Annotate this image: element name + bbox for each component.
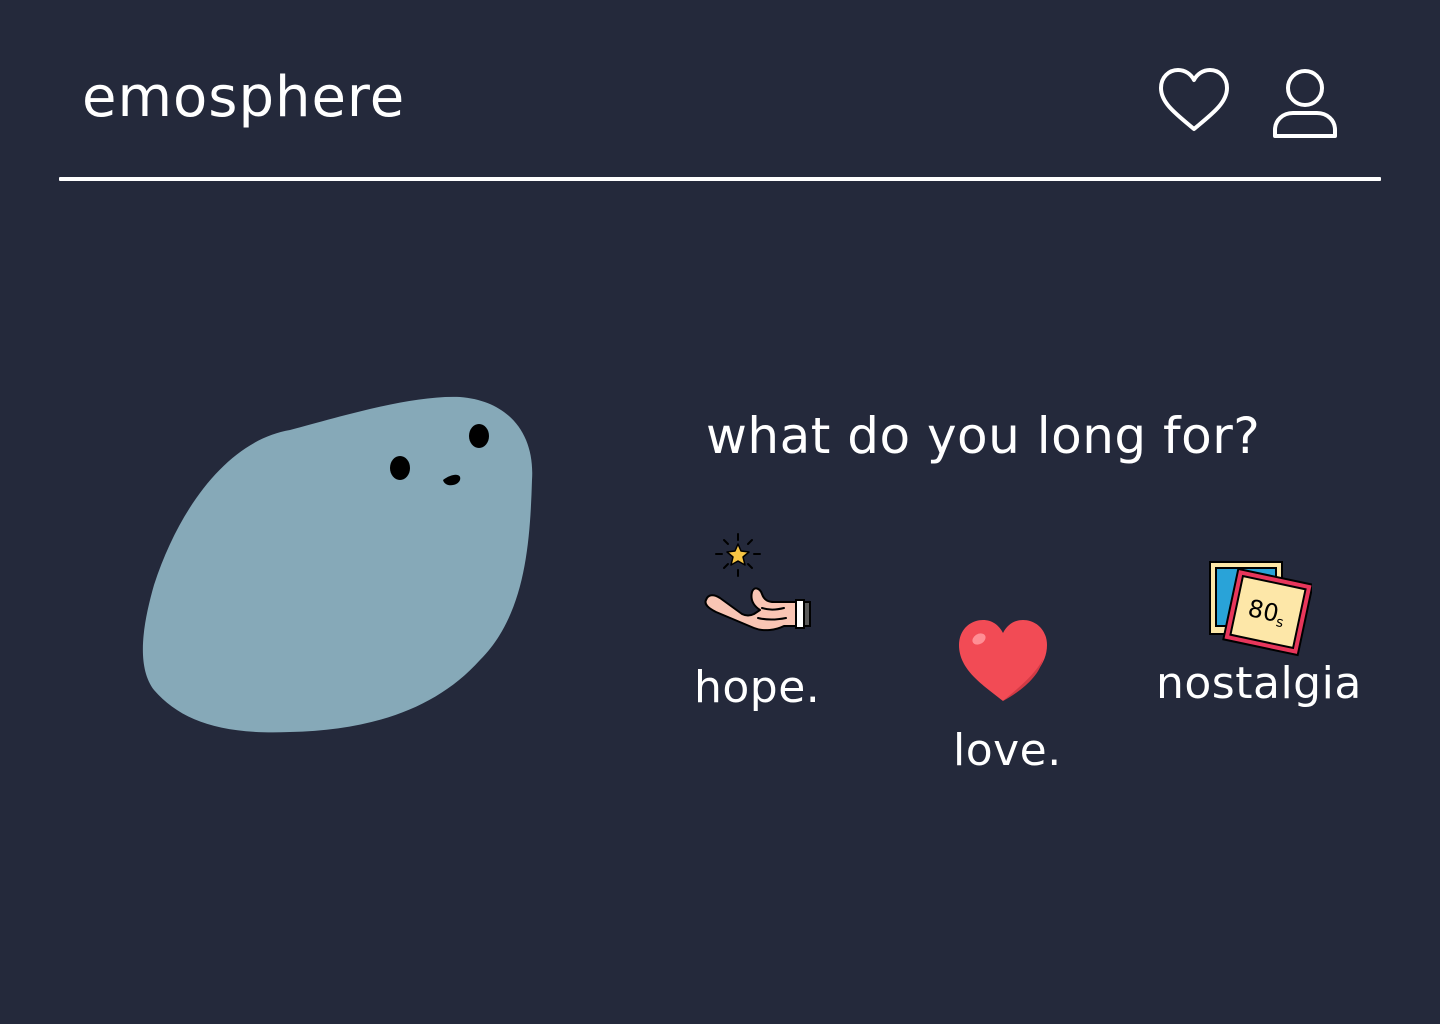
red-heart-icon: [955, 615, 1051, 707]
option-hope-label: hope.: [694, 662, 821, 713]
option-nostalgia-label: nostalgia: [1156, 658, 1362, 709]
option-hope[interactable]: hope.: [690, 530, 830, 720]
option-love[interactable]: love.: [945, 615, 1065, 785]
photos-80s-icon: 80 s: [1206, 558, 1312, 660]
brand-logo[interactable]: emosphere: [82, 62, 405, 134]
option-love-label: love.: [953, 725, 1062, 776]
page: emosphere what do you long for? hope. lo…: [0, 0, 1440, 1024]
hand-star-icon: [702, 530, 812, 638]
question-heading: what do you long for?: [706, 407, 1261, 465]
heart-outline-icon: [1158, 66, 1230, 136]
favorites-button[interactable]: [1158, 66, 1230, 136]
blob-mascot: [140, 395, 540, 740]
user-icon: [1270, 68, 1340, 140]
header-divider: [59, 177, 1381, 181]
profile-button[interactable]: [1270, 68, 1340, 140]
option-nostalgia[interactable]: 80 s nostalgia: [1150, 558, 1380, 718]
